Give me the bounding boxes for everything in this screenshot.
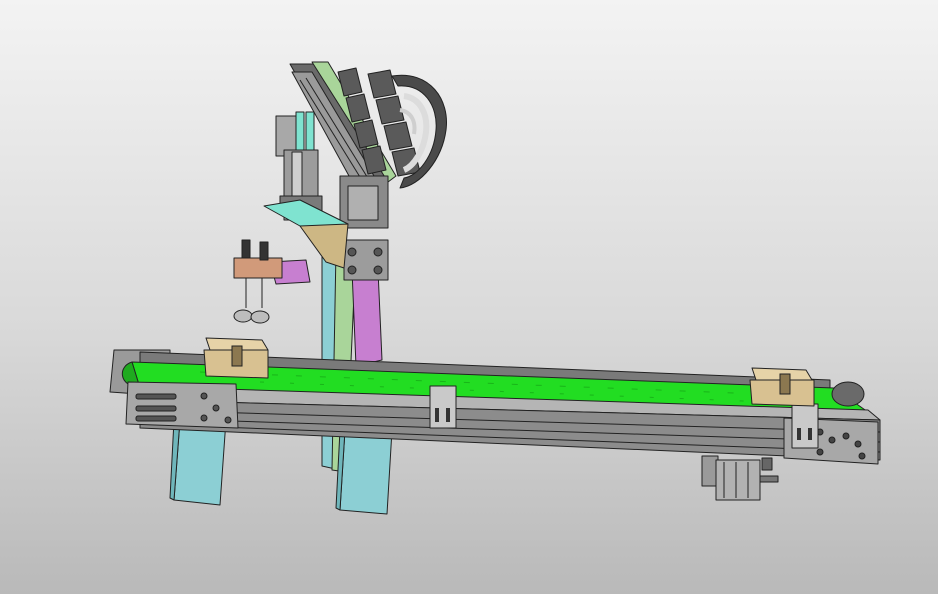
drive-motor[interactable] bbox=[701, 455, 779, 501]
cad-viewport[interactable] bbox=[0, 0, 938, 594]
bracket-slot bbox=[446, 408, 450, 422]
bracket-slot bbox=[435, 408, 439, 422]
drive-mount-bracket bbox=[791, 403, 819, 449]
workpiece-block bbox=[749, 367, 815, 407]
column-front-leg bbox=[339, 429, 393, 515]
motor-body bbox=[715, 459, 761, 501]
drive-pulley bbox=[831, 381, 865, 407]
drive-plate-bolt bbox=[842, 432, 850, 440]
workpiece-block bbox=[203, 337, 269, 379]
slide-end-bolt bbox=[347, 247, 357, 257]
motor-shaft bbox=[759, 475, 779, 483]
column-magenta-plate bbox=[351, 269, 383, 367]
slide-carriage-plate bbox=[347, 185, 379, 221]
end-plate-bolt bbox=[212, 404, 220, 412]
drive-plate-bolt bbox=[828, 436, 836, 444]
suction-fitting bbox=[241, 239, 251, 259]
bracket-slot bbox=[808, 428, 812, 440]
drag-chain-link bbox=[367, 69, 397, 99]
end-plate-slot bbox=[135, 393, 177, 400]
slide-end-bolt bbox=[373, 247, 383, 257]
slide-end-bolt bbox=[373, 265, 383, 275]
drag-chain-link bbox=[375, 95, 405, 125]
suction-cup bbox=[233, 309, 253, 323]
drive-plate-bolt bbox=[858, 452, 866, 460]
end-plate-bolt bbox=[224, 416, 232, 424]
suction-plate-copper bbox=[233, 257, 283, 279]
suction-cup bbox=[250, 310, 270, 324]
slide-end-bolt bbox=[347, 265, 357, 275]
conveyor-legs[interactable] bbox=[169, 419, 227, 506]
left-leg-front bbox=[173, 419, 227, 506]
center-mount-bracket bbox=[429, 385, 457, 429]
end-plate-slot bbox=[135, 405, 177, 412]
drive-plate-bolt bbox=[854, 440, 862, 448]
end-plate-bolt bbox=[200, 414, 208, 422]
suction-fitting bbox=[259, 241, 269, 261]
cad-model-scene[interactable] bbox=[0, 0, 938, 594]
motor-terminal bbox=[761, 457, 773, 471]
drive-plate-bolt bbox=[816, 448, 824, 456]
end-plate-slot bbox=[135, 415, 177, 422]
bracket-slot bbox=[797, 428, 801, 440]
end-plate-bolt bbox=[200, 392, 208, 400]
drag-chain-link bbox=[383, 121, 413, 151]
